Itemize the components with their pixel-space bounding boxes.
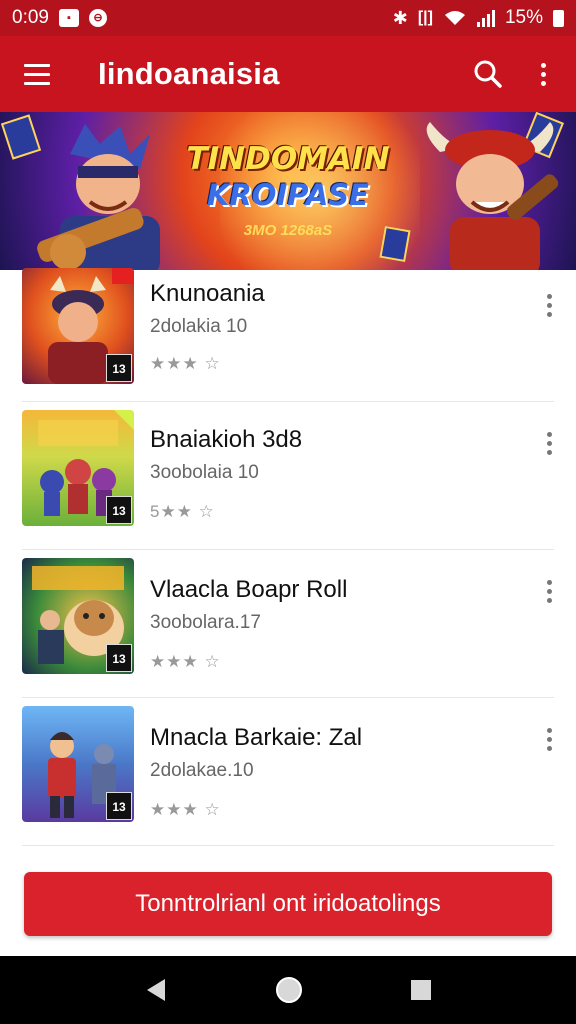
age-rating-badge: 13 [106, 354, 132, 382]
item-subtitle: 3oobolaia 10 [150, 462, 259, 483]
signal-icon [476, 9, 495, 27]
game-thumbnail[interactable]: 13 [22, 268, 134, 384]
item-more-icon[interactable] [544, 580, 554, 603]
item-more-icon[interactable] [544, 432, 554, 455]
item-more-icon[interactable] [544, 728, 554, 751]
back-icon[interactable] [143, 977, 169, 1003]
game-thumbnail[interactable]: 13 [22, 558, 134, 674]
status-bar: 0:09 ▪ ⊖ ✱ [|] 15% [0, 0, 576, 36]
menu-icon[interactable] [0, 36, 74, 112]
battery-icon [553, 9, 564, 27]
list-item[interactable]: 13 Vlaacla Boapr Roll 3oobolara.17 ★★★ ☆ [22, 550, 554, 698]
item-title: Bnaiakioh 3d8 [150, 426, 303, 453]
item-title: Knunoania [150, 280, 265, 307]
item-rating: ★★★ ☆ [150, 354, 221, 373]
item-title: Vlaacla Boapr Roll [150, 576, 348, 603]
app-title: Iindoanaisia [98, 56, 280, 91]
item-subtitle: 2dolakia 10 [150, 316, 248, 337]
item-subtitle: 3oobolara.17 [150, 612, 261, 633]
app-bar: Iindoanaisia [0, 36, 576, 112]
guitarist-hero-illustration [37, 124, 160, 270]
item-rating: ★★★ ☆ [150, 652, 221, 671]
age-rating-badge: 13 [106, 496, 132, 524]
battery-percentage: 15% [504, 7, 543, 28]
notification-icon: ▪ [58, 9, 79, 27]
viking-hero-illustration [426, 122, 559, 270]
item-subtitle: 2dolakae.10 [150, 760, 254, 781]
item-rating: 5★★ ☆ [150, 502, 215, 521]
circle-app-icon: ⊖ [88, 9, 107, 27]
item-more-icon[interactable] [544, 294, 554, 317]
more-vert-icon[interactable] [518, 36, 568, 112]
status-time: 0:09 [12, 7, 49, 28]
recents-icon[interactable] [409, 978, 433, 1002]
system-nav-bar [0, 956, 576, 1024]
banner-tagline: 3MO 1268aS [243, 222, 333, 239]
game-list: 13 Knunoania 2dolakia 10 ★★★ ☆ 13 Bnaiak… [0, 268, 576, 846]
age-rating-badge: 13 [106, 792, 132, 820]
vibrate-icon: [|] [417, 9, 433, 26]
primary-action-button[interactable]: Tonntrolrianl ont iridoatolings [24, 872, 552, 936]
banner-title: TINDOMAIN [186, 141, 390, 177]
bluetooth-icon: ✱ [392, 7, 408, 28]
age-rating-badge: 13 [106, 644, 132, 672]
search-icon[interactable] [458, 36, 518, 112]
list-item[interactable]: 13 Mnacla Barkaie: Zal 2dolakae.10 ★★★ ☆ [22, 698, 554, 846]
game-thumbnail[interactable]: 13 [22, 706, 134, 822]
game-thumbnail[interactable]: 13 [22, 410, 134, 526]
item-title: Mnacla Barkaie: Zal [150, 724, 363, 751]
list-item[interactable]: 13 Knunoania 2dolakia 10 ★★★ ☆ [22, 268, 554, 402]
home-icon[interactable] [274, 975, 304, 1005]
wifi-icon [444, 11, 465, 25]
promo-banner[interactable]: TINDOMAIN KROIPASE 3MO 1268aS [0, 112, 576, 270]
item-rating: ★★★ ☆ [150, 800, 221, 819]
banner-subtitle: KROIPASE [207, 178, 369, 212]
list-item[interactable]: 13 Bnaiakioh 3d8 3oobolaia 10 5★★ ☆ [22, 402, 554, 550]
